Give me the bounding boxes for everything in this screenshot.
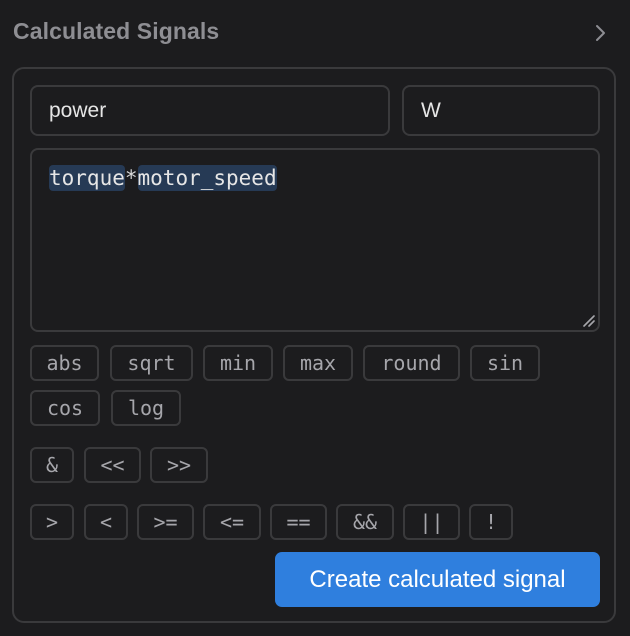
panel-title: Calculated Signals xyxy=(13,18,220,44)
signal-name-input[interactable]: power xyxy=(30,85,390,136)
operator-button-less-equal[interactable]: <= xyxy=(203,504,261,540)
chevron-right-icon[interactable] xyxy=(591,22,609,44)
operator-button-less[interactable]: < xyxy=(84,504,128,540)
function-button-cos[interactable]: cos xyxy=(30,390,100,426)
function-button-round[interactable]: round xyxy=(363,345,460,381)
expression-text: torque*motor_speed xyxy=(49,165,277,191)
expression-token-variable[interactable]: torque xyxy=(49,165,125,191)
panel-header[interactable]: Calculated Signals xyxy=(0,0,630,66)
function-button-abs[interactable]: abs xyxy=(30,345,99,381)
operator-button-greater-equal[interactable]: >= xyxy=(137,504,194,540)
operator-button-not[interactable]: ! xyxy=(469,504,513,540)
operator-button-bitwise-and[interactable]: & xyxy=(30,447,74,483)
operator-button-shift-left[interactable]: << xyxy=(84,447,141,483)
create-calculated-signal-button[interactable]: Create calculated signal xyxy=(275,552,600,607)
expression-token-operator: * xyxy=(124,166,138,190)
operator-button-logical-and[interactable]: && xyxy=(336,504,394,540)
expression-editor[interactable]: torque*motor_speed xyxy=(30,148,600,332)
operator-button-logical-or[interactable]: || xyxy=(403,504,460,540)
function-button-sin[interactable]: sin xyxy=(470,345,540,381)
function-button-min[interactable]: min xyxy=(203,345,273,381)
signal-unit-input[interactable]: W xyxy=(402,85,600,136)
expression-token-variable[interactable]: motor_speed xyxy=(137,165,277,191)
operator-button-greater[interactable]: > xyxy=(30,504,74,540)
resize-grip-icon[interactable] xyxy=(581,313,595,327)
operator-button-shift-right[interactable]: >> xyxy=(150,447,208,483)
function-button-log[interactable]: log xyxy=(111,390,181,426)
function-button-max[interactable]: max xyxy=(283,345,353,381)
function-button-sqrt[interactable]: sqrt xyxy=(110,345,193,381)
operator-button-equal[interactable]: == xyxy=(270,504,327,540)
